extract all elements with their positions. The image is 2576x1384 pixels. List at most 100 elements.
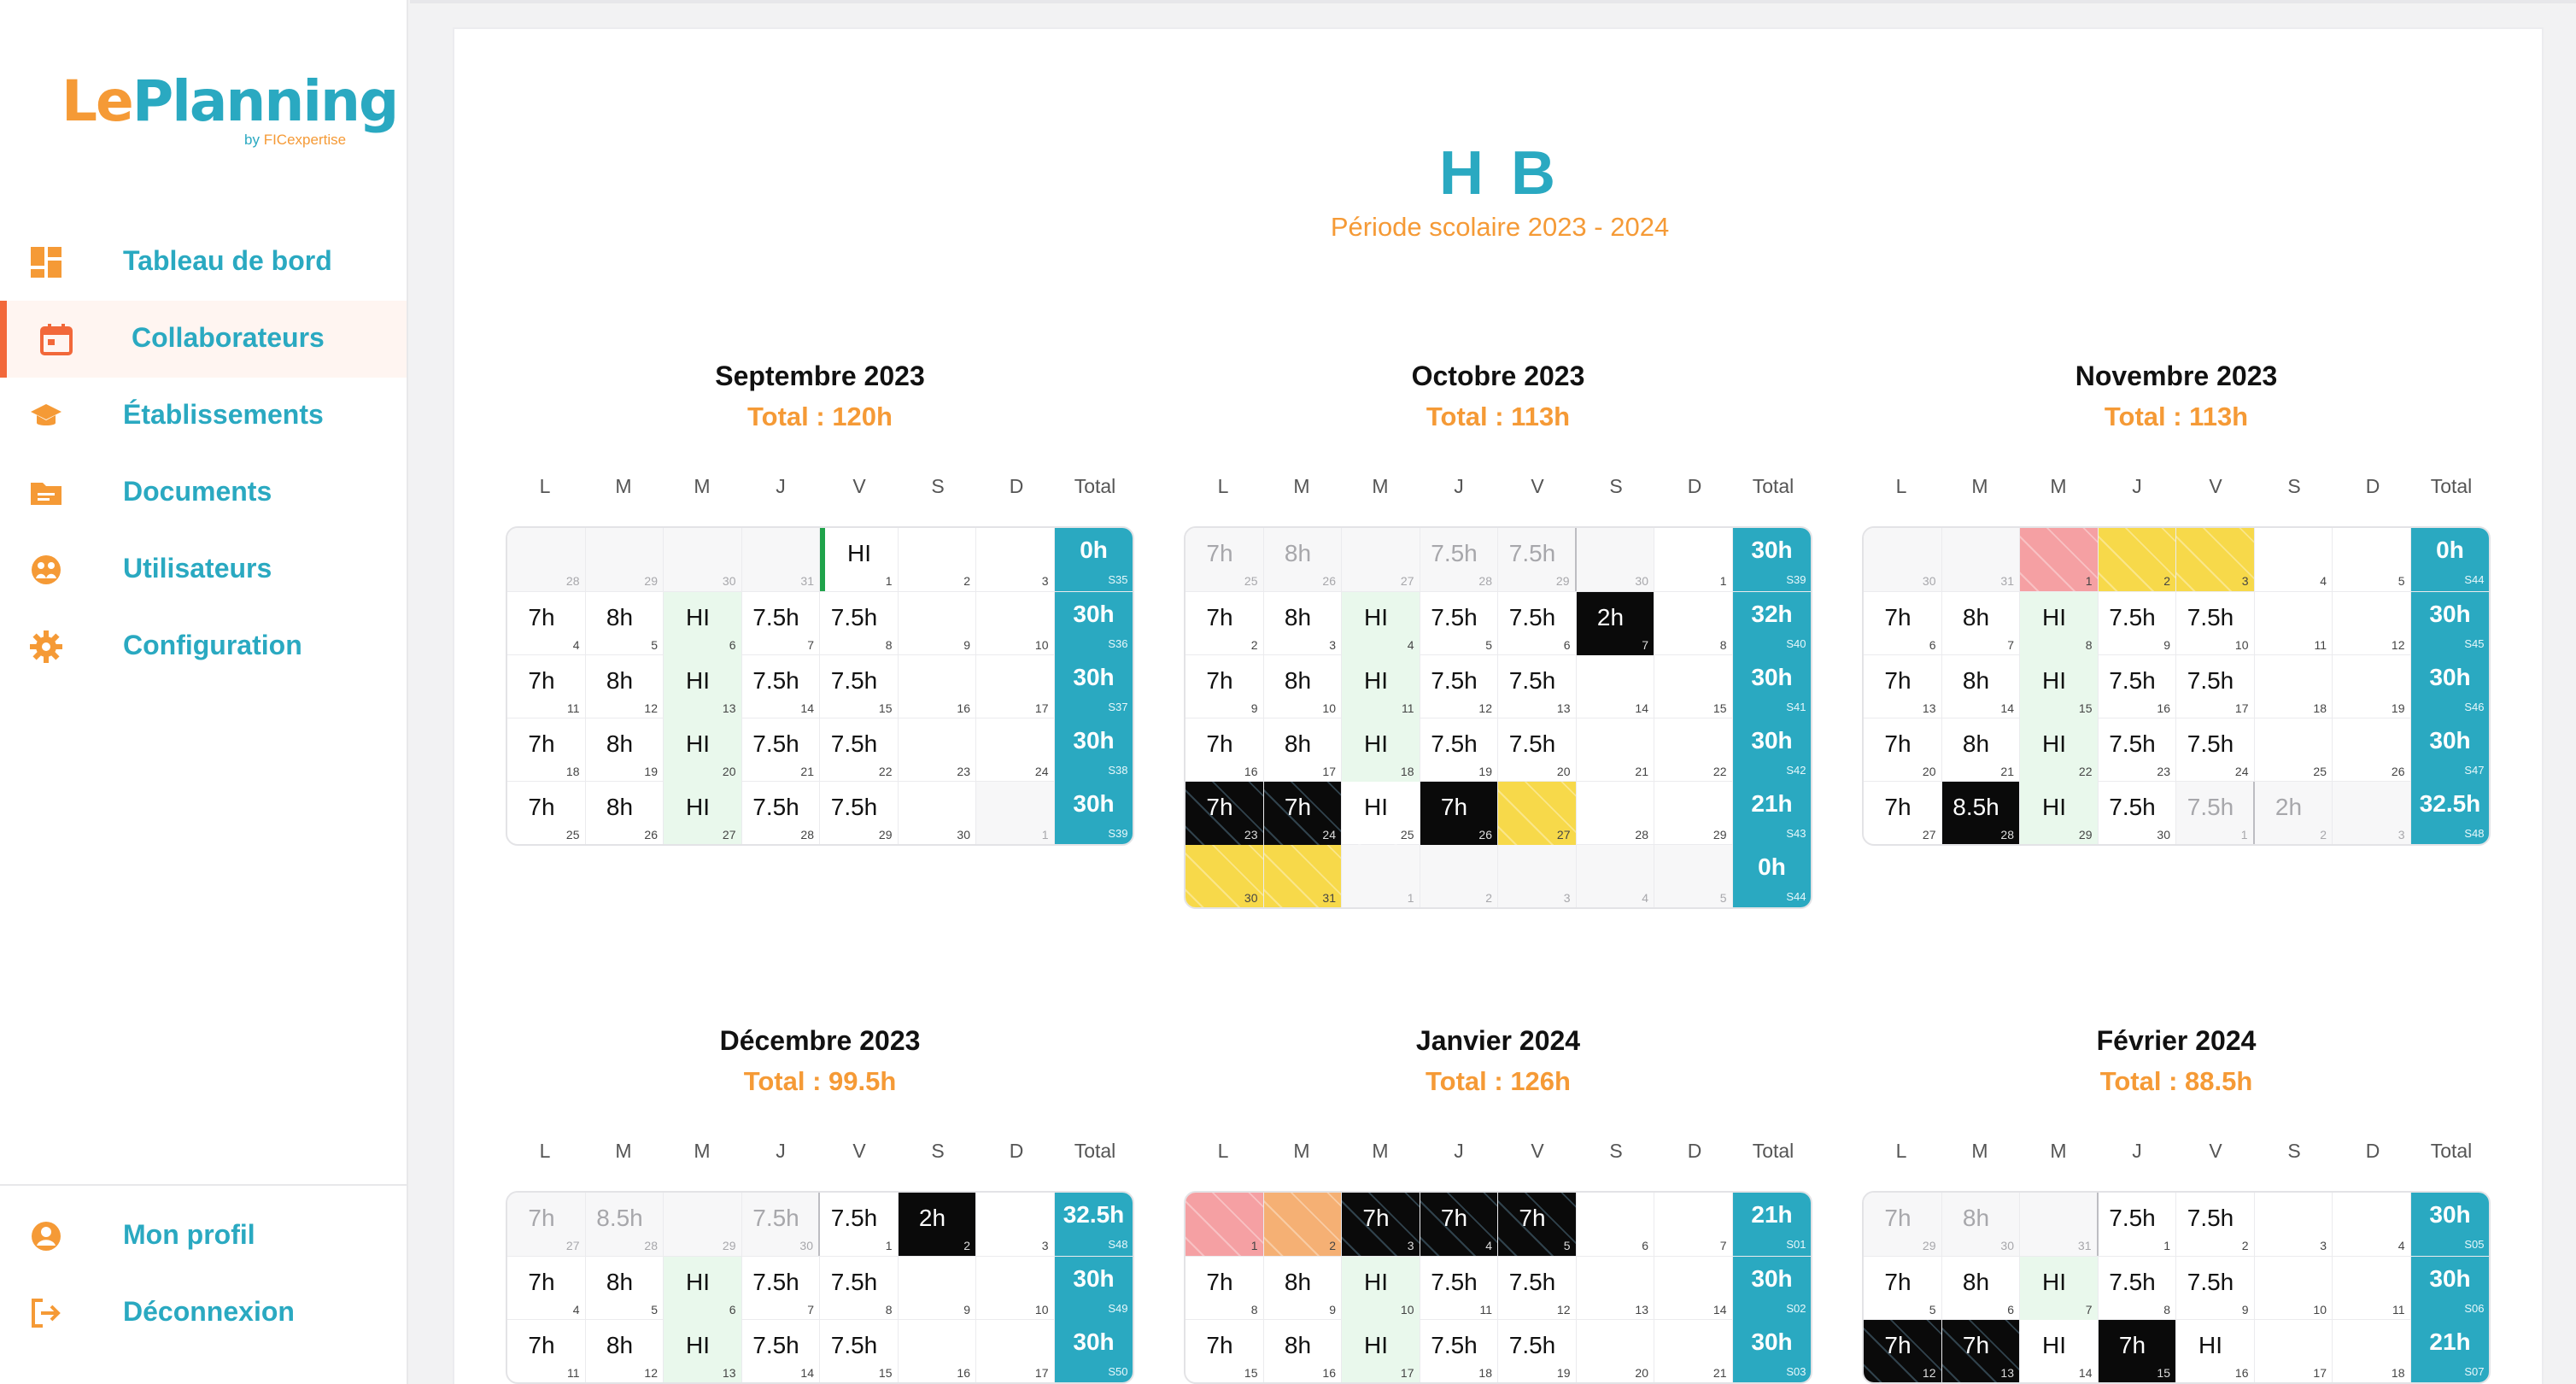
day-cell[interactable]: 7h 5 [1864,1257,1942,1320]
day-cell[interactable]: 28 [507,528,586,591]
day-cell[interactable]: 8h 12 [586,655,664,718]
day-cell[interactable]: 16 [899,655,976,718]
sidebar-item-collaborateurs[interactable]: Collaborateurs [0,301,407,378]
day-cell[interactable]: 3 [2255,1193,2333,1256]
day-cell[interactable]: 3 [2333,782,2411,844]
day-cell[interactable]: HI 18 [1342,718,1420,782]
day-cell[interactable]: 2 [2098,528,2176,591]
day-cell[interactable]: 5 [2333,528,2411,591]
day-cell[interactable]: HI 6 [664,592,742,655]
sidebar-item-etablissements[interactable]: Établissements [0,378,407,454]
day-cell[interactable]: 4 [2333,1193,2411,1256]
app-logo[interactable]: LePlanning by FICexpertise [61,68,399,162]
day-cell[interactable]: 18 [2333,1320,2411,1382]
day-cell[interactable]: 7h 3 [1342,1193,1420,1256]
day-cell[interactable]: 7.5h 9 [2176,1257,2255,1320]
day-cell[interactable]: 8h 21 [1942,718,2020,782]
day-cell[interactable]: 1 [1342,845,1420,907]
day-cell[interactable]: 7.5h 19 [1498,1320,1577,1382]
day-cell[interactable]: 8h 12 [586,1320,664,1382]
day-cell[interactable]: 21 [1654,1320,1733,1382]
day-cell[interactable]: 8h 7 [1942,592,2020,655]
day-cell[interactable]: 7.5h 6 [1498,592,1577,655]
day-cell[interactable]: 7h 16 [1186,718,1264,782]
day-cell[interactable]: 29 [585,528,664,591]
day-cell[interactable]: 7.5h 28 [742,782,820,844]
day-cell[interactable]: 17 [976,655,1055,718]
day-cell[interactable]: 18 [2255,655,2333,718]
day-cell[interactable]: 1 [1654,528,1733,591]
day-cell[interactable]: 2h 2 [898,1193,976,1256]
day-cell[interactable]: 2h 7 [1576,592,1654,655]
day-cell[interactable]: 31 [2020,1193,2099,1256]
day-cell[interactable]: 7h 20 [1864,718,1942,782]
day-cell[interactable]: 6 [1577,1193,1654,1256]
day-cell[interactable]: HI 13 [664,655,742,718]
day-cell[interactable]: 7.5h 15 [820,655,899,718]
day-cell[interactable]: 29 [1654,782,1733,845]
day-cell[interactable]: HI 15 [2020,655,2099,718]
day-cell[interactable]: 7h 27 [507,1193,586,1256]
day-cell[interactable]: HI 11 [1342,655,1420,718]
day-cell[interactable]: 7h 4 [507,1257,586,1320]
day-cell[interactable]: 8h 5 [586,592,664,655]
day-cell[interactable]: HI 10 [1342,1257,1420,1320]
day-cell[interactable]: 10 [976,1257,1055,1320]
sidebar-item-deconnexion[interactable]: Déconnexion [0,1275,407,1352]
day-cell[interactable]: 20 [1577,1320,1654,1382]
day-cell[interactable]: 25 [2255,718,2333,782]
day-cell[interactable]: 7.5h 5 [1420,592,1498,655]
day-cell[interactable]: 27 [1498,782,1577,845]
day-cell[interactable]: 7.5h 23 [2099,718,2176,782]
day-cell[interactable]: 7.5h 17 [2176,655,2255,718]
day-cell[interactable]: HI 17 [1342,1320,1420,1382]
day-cell[interactable]: 7h 25 [1186,528,1264,591]
day-cell[interactable]: 7h 18 [507,718,586,782]
day-cell[interactable]: 3 [2176,528,2255,591]
day-cell[interactable]: 1 [2020,528,2099,591]
day-cell[interactable]: 3 [976,528,1055,591]
day-cell[interactable]: 31 [1263,845,1342,907]
day-cell[interactable]: 26 [2333,718,2411,782]
day-cell[interactable]: 8 [1654,592,1733,655]
day-cell[interactable]: 7h 15 [1186,1320,1264,1382]
day-cell[interactable]: 22 [1654,718,1733,782]
day-cell[interactable]: 4 [1576,845,1654,907]
day-cell[interactable]: 7h 4 [507,592,586,655]
day-cell[interactable]: 7h 12 [1864,1320,1942,1382]
day-cell[interactable]: 7.5h 30 [2099,782,2176,844]
day-cell[interactable]: 8h 9 [1264,1257,1342,1320]
day-cell[interactable]: 1 [1186,1193,1264,1256]
day-cell[interactable]: 8h 30 [1941,1193,2020,1256]
sidebar-item-documents[interactable]: Documents [0,454,407,531]
day-cell[interactable]: 14 [1577,655,1654,718]
day-cell[interactable]: 8h 6 [1942,1257,2020,1320]
day-cell[interactable]: 7.5h 7 [742,1257,820,1320]
day-cell[interactable]: 30 [1864,528,1942,591]
sidebar-item-tableau-de-bord[interactable]: Tableau de bord [0,224,407,301]
day-cell[interactable]: 7.5h 29 [820,782,899,844]
day-cell[interactable]: 7.5h 1 [2176,782,2255,844]
day-cell[interactable]: HI 16 [2176,1320,2255,1382]
day-cell[interactable]: 7.5h 8 [820,592,899,655]
day-cell[interactable]: 7.5h 24 [2176,718,2255,782]
day-cell[interactable]: 2 [1420,845,1498,907]
day-cell[interactable]: 9 [899,592,976,655]
day-cell[interactable]: 7.5h 18 [1420,1320,1498,1382]
day-cell[interactable]: 17 [2255,1320,2333,1382]
day-cell[interactable]: 8h 14 [1942,655,2020,718]
day-cell[interactable]: 7.5h 21 [742,718,820,782]
day-cell[interactable]: 7.5h 11 [1420,1257,1498,1320]
sidebar-item-configuration[interactable]: Configuration [0,608,407,685]
day-cell[interactable]: 16 [899,1320,976,1382]
day-cell[interactable]: 7h 5 [1498,1193,1577,1256]
day-cell[interactable]: 30 [1186,845,1264,907]
day-cell[interactable]: 3 [1498,845,1577,907]
day-cell[interactable]: 8h 26 [1263,528,1342,591]
day-cell[interactable]: 23 [899,718,976,782]
day-cell[interactable]: 11 [2333,1257,2411,1320]
day-cell[interactable]: 7 [1654,1193,1733,1256]
day-cell[interactable]: 14 [1654,1257,1733,1320]
day-cell[interactable]: HI 6 [664,1257,742,1320]
day-cell[interactable]: 3 [976,1193,1055,1256]
